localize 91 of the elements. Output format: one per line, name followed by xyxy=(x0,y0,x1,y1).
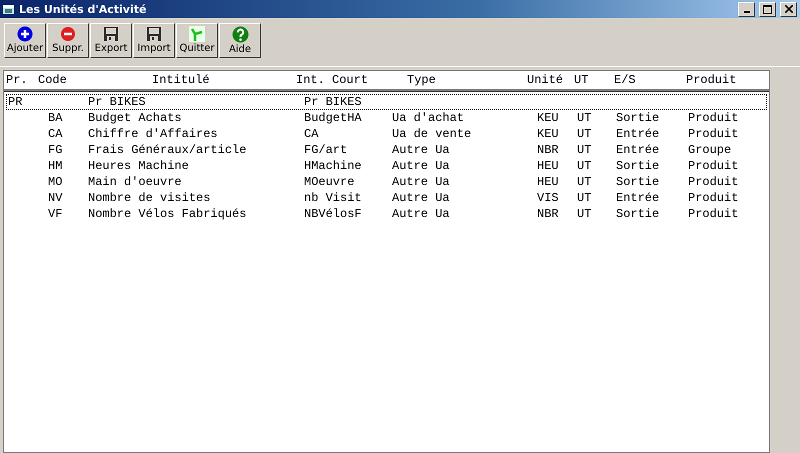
ut-cell-text: UT xyxy=(577,159,592,173)
ut-cell-text: UT xyxy=(577,143,592,157)
ut-cell-text: UT xyxy=(577,191,592,205)
type-cell-text: Ua d'achat xyxy=(392,111,466,125)
column-heading[interactable]: Produit xyxy=(686,73,769,87)
type-cell-text: Autre Ua xyxy=(392,191,451,205)
type-cell-text: Autre Ua xyxy=(392,143,451,157)
product-cell-text: Produit xyxy=(688,175,740,189)
unit-cell-text: HEU xyxy=(537,159,560,173)
unit-cell-text: KEU xyxy=(537,111,560,125)
product-cell-text: Produit xyxy=(688,111,740,125)
minus-icon xyxy=(60,26,76,42)
column-heading[interactable]: Int. Court xyxy=(296,73,407,87)
table-row[interactable]: VF Nombre Vélos Fabriqués NBVélosF Autre Ua NBR UT Sortie Produit xyxy=(6,206,767,222)
ut-cell-text: UT xyxy=(577,175,592,189)
direction-cell-text: Entrée xyxy=(616,127,660,141)
ut-cell-text: UT xyxy=(577,207,592,221)
title-cell-text: Heures Machine xyxy=(88,159,190,173)
unit-cell-text: NBR xyxy=(537,143,560,157)
short-title-cell-text: NBVélosF xyxy=(304,207,363,221)
column-heading[interactable]: Intitulé xyxy=(88,73,296,87)
title-cell-text: Chiffre d'Affaires xyxy=(88,127,219,141)
code-cell-text: HM xyxy=(47,159,64,173)
direction-cell-text: Entrée xyxy=(616,191,660,205)
short-title-cell-text: BudgetHA xyxy=(304,111,363,125)
column-heading[interactable]: E/S xyxy=(614,73,686,87)
title-cell-text: Frais Généraux/article xyxy=(88,143,248,157)
direction-cell-text: Sortie xyxy=(616,159,660,173)
maximize-icon[interactable] xyxy=(759,2,776,16)
toolbar-button[interactable]: Quitter xyxy=(176,23,218,58)
table-row[interactable]: MO Main d'oeuvre MOeuvre Autre Ua HEU UT Sortie Produit xyxy=(6,174,767,190)
column-heading[interactable]: UT xyxy=(574,73,614,87)
title-cell-text: Nombre de visites xyxy=(88,191,212,205)
short-title-cell-text: nb Visit xyxy=(304,191,363,205)
direction-cell-text: Sortie xyxy=(616,207,660,221)
table-row[interactable]: FG Frais Généraux/article FG/art Autre Ua NBR UT Entrée Groupe xyxy=(6,142,767,158)
short-title-cell-text: Pr BIKES xyxy=(304,95,363,109)
unit-cell-text: VIS xyxy=(537,191,560,205)
toolbar-button[interactable]: Ajouter xyxy=(4,23,46,58)
column-heading[interactable]: Code xyxy=(38,73,88,87)
product-cell-text: Produit xyxy=(688,207,740,221)
type-cell-text: Ua de vente xyxy=(392,127,472,141)
code-cell-text: NV xyxy=(47,191,64,205)
toolbar-button[interactable]: Aide xyxy=(219,23,261,58)
short-title-cell-text: CA xyxy=(304,127,320,141)
toolbar-button[interactable]: Suppr. xyxy=(47,23,89,58)
help-icon xyxy=(232,26,248,43)
code-cell-text: CA xyxy=(47,127,64,141)
type-cell-text: Autre Ua xyxy=(392,207,451,221)
toolbar-button[interactable]: Export xyxy=(90,23,132,58)
window-title: Les Unités d'Activité xyxy=(19,2,148,16)
window-icon xyxy=(3,4,15,14)
direction-cell-text: Sortie xyxy=(616,111,660,125)
product-cell-text: Produit xyxy=(688,159,740,173)
column-heading[interactable]: Unité xyxy=(527,73,574,87)
product-cell-text: Groupe xyxy=(688,143,732,157)
product-cell-text: Produit xyxy=(688,191,740,205)
direction-cell-text: Entrée xyxy=(616,143,660,157)
toolbar-button[interactable]: Import xyxy=(133,23,175,58)
code-cell-text: VF xyxy=(47,207,64,221)
table-row[interactable]: CA Chiffre d'Affaires CA Ua de vente KEU UT Entrée Produit xyxy=(6,126,767,142)
title-cell-text: Budget Achats xyxy=(88,111,183,125)
direction-cell-text: Sortie xyxy=(616,175,660,189)
table-row[interactable]: PR Pr BIKES Pr BIKES xyxy=(6,94,767,110)
exit-icon xyxy=(189,26,205,42)
column-heading[interactable]: Type xyxy=(407,73,527,87)
title-cell-text: Nombre Vélos Fabriqués xyxy=(88,207,248,221)
close-icon[interactable] xyxy=(780,2,797,16)
ut-cell-text: UT xyxy=(577,111,592,125)
code-cell-text: MO xyxy=(47,175,64,189)
type-cell-text: Autre Ua xyxy=(392,175,451,189)
unit-cell-text: KEU xyxy=(537,127,560,141)
code-cell-text: FG xyxy=(47,143,64,157)
table-row[interactable]: BA Budget Achats BudgetHA Ua d'achat KEU UT Sortie Produit xyxy=(6,110,767,126)
title-cell-text: Pr BIKES xyxy=(88,95,147,109)
table-row[interactable]: NV Nombre de visites nb Visit Autre Ua VIS UT Entrée Produit xyxy=(6,190,767,206)
table-row[interactable]: HM Heures Machine HMachine Autre Ua HEU UT Sortie Produit xyxy=(6,158,767,174)
pr-cell-text: PR xyxy=(8,95,24,109)
minimize-icon[interactable] xyxy=(738,2,755,16)
short-title-cell-text: HMachine xyxy=(304,159,363,173)
short-title-cell-text: FG/art xyxy=(304,143,348,157)
plus-icon xyxy=(17,26,33,42)
short-title-cell-text: MOeuvre xyxy=(304,175,356,189)
unit-cell-text: HEU xyxy=(537,175,560,189)
ut-cell-text: UT xyxy=(577,127,592,141)
title-cell-text: Main d'oeuvre xyxy=(88,175,183,189)
unit-cell-text: NBR xyxy=(537,207,560,221)
product-cell-text: Produit xyxy=(688,127,740,141)
column-heading[interactable]: Pr. xyxy=(6,73,38,87)
code-cell-text: BA xyxy=(47,111,64,125)
type-cell-text: Autre Ua xyxy=(392,159,451,173)
